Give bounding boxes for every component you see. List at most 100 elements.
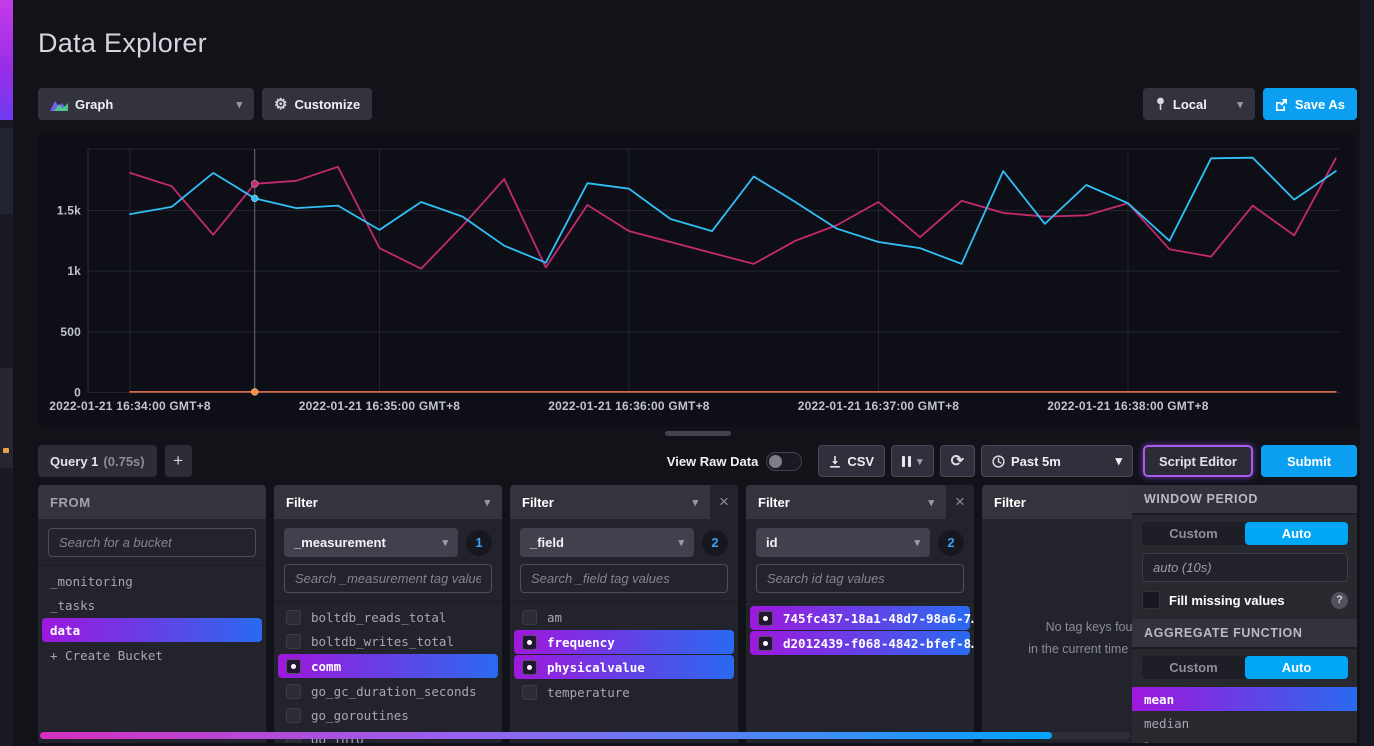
- help-icon[interactable]: ?: [1331, 592, 1348, 609]
- x-axis-tick: 2022-01-21 16:34:00 GMT+8: [49, 399, 211, 413]
- fill-missing-values-checkbox[interactable]: [1142, 591, 1160, 609]
- filter-card-title-bar[interactable]: Filter▾: [510, 485, 710, 519]
- tag-value-label: comm: [311, 659, 341, 674]
- series-magenta: [130, 158, 1336, 268]
- checkbox-checked-icon: [286, 659, 301, 674]
- pause-refresh-dropdown[interactable]: ▾: [891, 445, 934, 477]
- view-type-dropdown[interactable]: Graph ▾: [38, 88, 254, 120]
- tag-value-label: d2012439-f068-4842-bfef-8…: [783, 636, 974, 651]
- view-type-label: Graph: [75, 97, 113, 112]
- hover-point: [251, 195, 258, 202]
- export-icon: [1275, 98, 1288, 111]
- tag-value-label: physicalvalue: [547, 660, 645, 675]
- tag-value-row[interactable]: 745fc437-18a1-48d7-98a6-7…: [750, 606, 970, 630]
- nav-rail-notification-dot: [3, 448, 9, 453]
- bucket-item[interactable]: _monitoring: [38, 569, 266, 593]
- function-item[interactable]: mean: [1132, 687, 1357, 711]
- function-item[interactable]: last: [1132, 735, 1357, 743]
- submit-button[interactable]: Submit: [1261, 445, 1357, 477]
- chevron-down-icon: ▾: [678, 536, 684, 549]
- add-query-button[interactable]: +: [165, 445, 192, 477]
- tag-key-dropdown[interactable]: _field▾: [520, 528, 694, 557]
- nav-rail[interactable]: [0, 0, 13, 746]
- customize-button[interactable]: ⚙ Customize: [262, 88, 372, 120]
- time-range-dropdown[interactable]: Past 5m ▾: [981, 445, 1133, 477]
- checkbox-icon: [522, 685, 537, 700]
- tag-value-row[interactable]: frequency: [514, 630, 734, 654]
- tag-value-row[interactable]: temperature: [510, 680, 738, 704]
- checkbox-checked-icon: [758, 611, 773, 626]
- tag-key-row: _measurement▾1: [284, 528, 492, 557]
- checkbox-icon: [522, 610, 537, 625]
- chevron-down-icon: ▾: [1237, 98, 1243, 111]
- script-editor-button[interactable]: Script Editor: [1143, 445, 1253, 477]
- chart-panel[interactable]: 05001k1.5k2022-01-21 16:34:00 GMT+82022-…: [38, 134, 1357, 427]
- gear-icon: ⚙: [274, 95, 287, 113]
- query-tab-1[interactable]: Query 1 (0.75s): [38, 445, 157, 477]
- tag-value-label: 745fc437-18a1-48d7-98a6-7…: [783, 611, 974, 626]
- tag-key-row: _field▾ 2: [520, 528, 728, 557]
- page-scrollbar-track[interactable]: [1360, 0, 1374, 746]
- bucket-item[interactable]: data: [42, 618, 262, 642]
- y-axis-tick: 1.5k: [57, 204, 81, 218]
- tag-value-search-input[interactable]: [520, 564, 728, 593]
- close-icon[interactable]: ×: [710, 485, 738, 519]
- tag-value-row[interactable]: am: [510, 605, 738, 629]
- filter-card-title-bar[interactable]: Filter▾: [274, 485, 502, 519]
- filter-card-body: id▾2745fc437-18a1-48d7-98a6-7…d2012439-f…: [746, 519, 974, 655]
- tag-value-row[interactable]: go_gc_duration_seconds: [274, 679, 502, 703]
- window-auto-option[interactable]: Auto: [1245, 522, 1348, 545]
- tag-value-row[interactable]: boltdb_reads_total: [274, 605, 502, 629]
- checkbox-checked-icon: [758, 636, 773, 651]
- bucket-item[interactable]: _tasks: [38, 593, 266, 617]
- tag-value-row[interactable]: d2012439-f068-4842-bfef-8…: [750, 631, 970, 655]
- aggregate-auto-option[interactable]: Auto: [1245, 656, 1348, 679]
- variables-scope-dropdown[interactable]: Local ▾: [1143, 88, 1255, 120]
- refresh-button[interactable]: ⟳: [940, 445, 975, 477]
- checkbox-icon: [286, 708, 301, 723]
- aggregate-custom-option[interactable]: Custom: [1142, 656, 1245, 679]
- filter-card-title: Filter: [522, 495, 554, 510]
- nav-rail-item: [0, 128, 13, 214]
- chevron-down-icon: ▾: [442, 536, 448, 549]
- function-item[interactable]: median: [1132, 711, 1357, 735]
- window-period-panel: WINDOW PERIOD Custom Auto Fill missing v…: [1132, 485, 1357, 743]
- tag-value-list: 745fc437-18a1-48d7-98a6-7…d2012439-f068-…: [746, 601, 974, 655]
- tag-value-row[interactable]: comm: [278, 654, 498, 678]
- tag-value-label: go_gc_duration_seconds: [311, 684, 477, 699]
- save-as-button[interactable]: Save As: [1263, 88, 1357, 120]
- tag-key-dropdown[interactable]: id▾: [756, 528, 930, 557]
- scrollbar-thumb[interactable]: [40, 732, 1052, 739]
- csv-download-button[interactable]: CSV: [818, 445, 885, 477]
- builder-horizontal-scrollbar[interactable]: [40, 732, 1130, 739]
- checkbox-icon: [286, 684, 301, 699]
- tag-key-label: _measurement: [294, 535, 386, 550]
- tag-value-row[interactable]: physicalvalue: [514, 655, 734, 679]
- tag-key-dropdown[interactable]: _measurement ▾: [284, 528, 458, 557]
- tag-value-label: boltdb_writes_total: [311, 634, 454, 649]
- aggregate-mode-toggle: Custom Auto: [1142, 656, 1348, 679]
- download-icon: [829, 455, 841, 468]
- tag-value-search-input[interactable]: [284, 564, 492, 593]
- selected-count-badge: 2: [702, 530, 728, 556]
- filter-card-header: Filter▾×: [510, 485, 738, 519]
- time-series-chart[interactable]: 05001k1.5k2022-01-21 16:34:00 GMT+82022-…: [38, 134, 1358, 427]
- window-custom-option[interactable]: Custom: [1142, 522, 1245, 545]
- tag-value-search-input[interactable]: [756, 564, 964, 593]
- tag-value-row[interactable]: boltdb_writes_total: [274, 629, 502, 653]
- toggle-knob: [769, 455, 782, 468]
- filter-card-title-bar[interactable]: Filter ▾: [746, 485, 946, 519]
- window-period-input[interactable]: [1142, 553, 1348, 582]
- filter-card-title: Filter: [758, 495, 790, 510]
- y-axis-tick: 1k: [67, 264, 81, 278]
- filter-card: Filter ▾ ×id▾2745fc437-18a1-48d7-98a6-7…d2…: [746, 485, 974, 743]
- filter-card-title: Filter: [994, 495, 1026, 510]
- bucket-search-input[interactable]: [48, 528, 256, 557]
- tag-value-row[interactable]: go_goroutines: [274, 703, 502, 727]
- chevron-down-icon: ▾: [928, 496, 934, 509]
- close-icon[interactable]: ×: [946, 485, 974, 519]
- visualization-toolbar: Graph ▾ ⚙ Customize Local ▾ Save As: [38, 88, 1357, 120]
- create-bucket-button[interactable]: + Create Bucket: [38, 643, 266, 667]
- view-raw-data-toggle[interactable]: [766, 452, 802, 471]
- resize-handle[interactable]: [665, 431, 731, 436]
